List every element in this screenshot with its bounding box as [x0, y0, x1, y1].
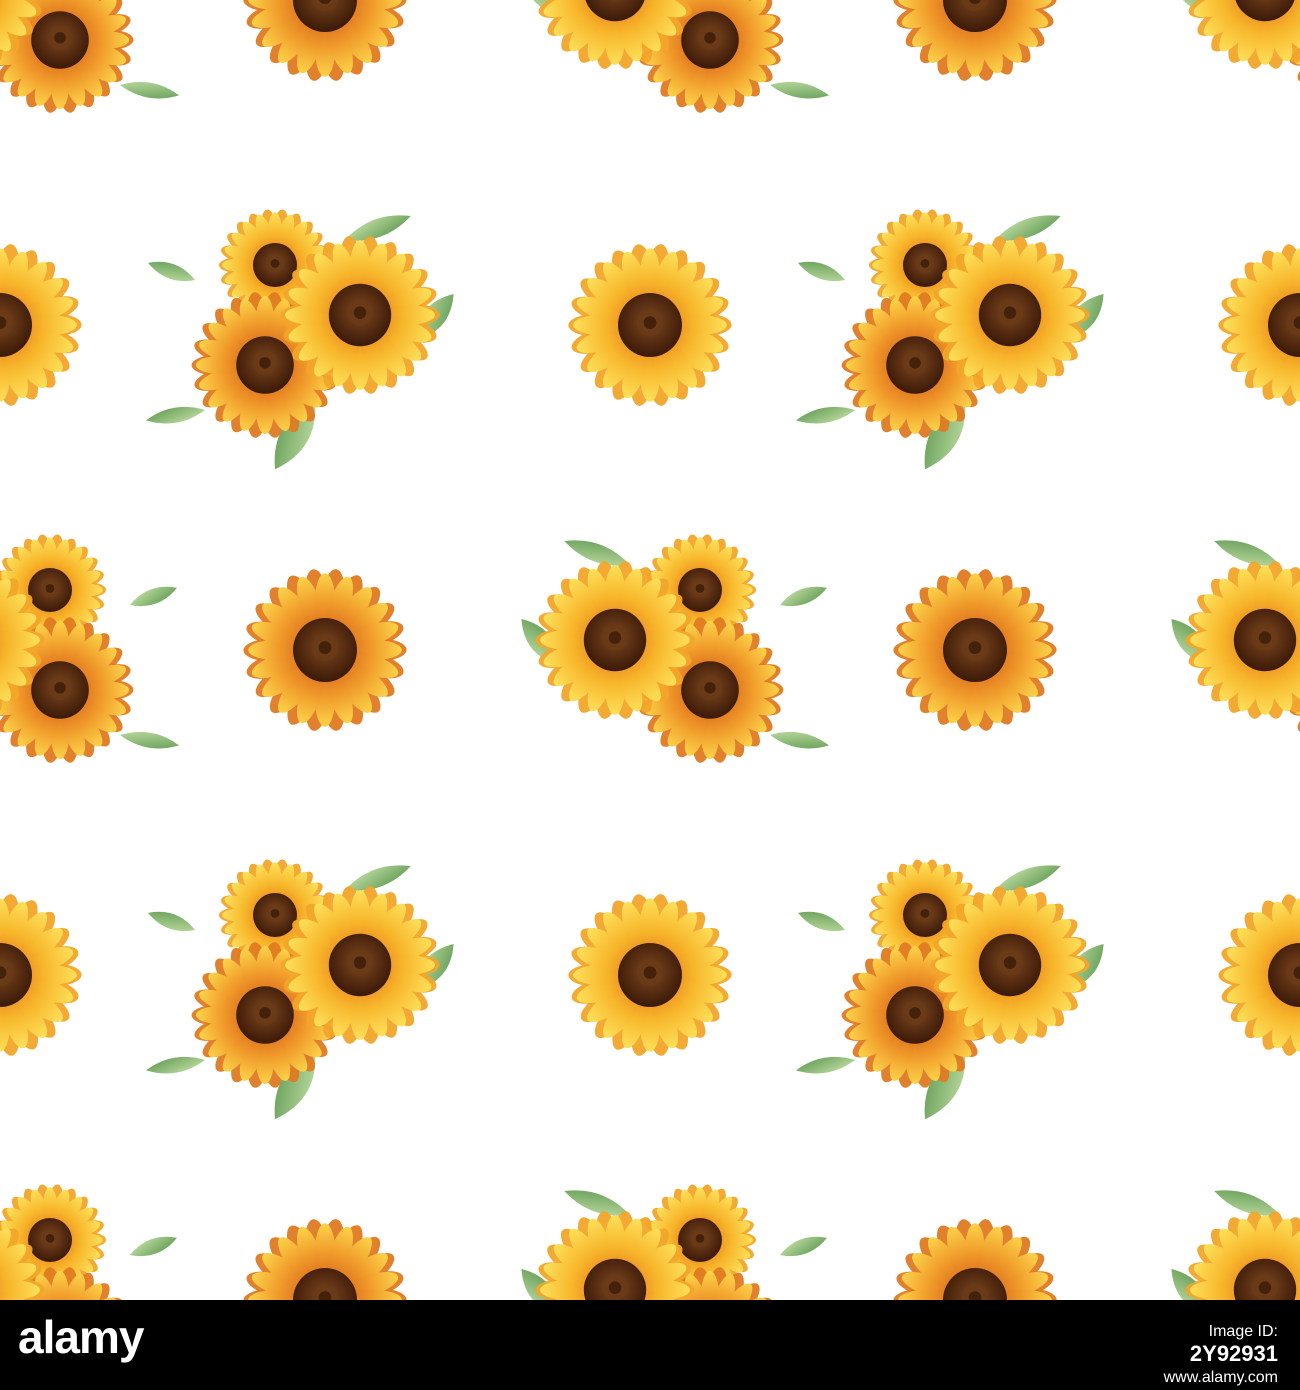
leaf-icon: [120, 81, 180, 99]
sunflower-bouquet-icon: [0, 534, 180, 763]
leaf-icon: [798, 911, 846, 932]
leaf-icon: [770, 81, 830, 99]
sunflower-bouquet-icon: [521, 534, 830, 763]
sunflower-bouquet-icon: [1171, 1190, 1300, 1300]
leaf-icon: [795, 406, 855, 424]
sunflower-icon: [568, 244, 732, 406]
leaf-icon: [130, 1236, 177, 1257]
sunflower-bouquet-icon: [521, 1184, 827, 1300]
sunflower-icon: [243, 569, 407, 731]
sunflower-icon: [893, 0, 1057, 81]
stock-footer-bar: alamy Image ID: 2Y92931 www.alamy.com: [0, 1300, 1300, 1390]
leaf-icon: [145, 406, 205, 424]
sunflower-icon: [568, 894, 732, 1056]
leaf-icon: [795, 1056, 855, 1074]
sunflower-bouquet-icon: [0, 1184, 177, 1300]
leaf-icon: [780, 1236, 827, 1257]
pattern-canvas: [0, 0, 1300, 1300]
sunflower-icon: [243, 0, 407, 81]
sunflower-icon: [1185, 1211, 1300, 1300]
leaf-icon: [145, 1056, 205, 1074]
leaf-icon: [780, 586, 827, 607]
sunflower-bouquet-icon: [1171, 0, 1300, 83]
leaf-icon: [148, 911, 195, 932]
leaf-icon: [148, 261, 195, 282]
sunflower-icon: [893, 1219, 1057, 1300]
sunflower-bouquet-icon: [145, 209, 454, 470]
image-id-label: Image ID:: [1208, 1323, 1278, 1340]
leaf-icon: [130, 586, 177, 607]
sunflower-bouquet-icon: [1171, 540, 1300, 733]
sunflower-icon: [0, 894, 82, 1056]
sunflower-bouquet-icon: [795, 209, 1104, 470]
image-id-value: 2Y92931: [1189, 1341, 1278, 1367]
image-id-block: Image ID: 2Y92931 www.alamy.com: [1164, 1322, 1278, 1387]
sunflower-icon: [243, 1219, 407, 1300]
sunflower-icon: [1218, 894, 1300, 1056]
sunflower-icon: [1185, 0, 1300, 69]
sunflower-bouquet-icon: [145, 859, 454, 1120]
sunflower-pattern: [0, 0, 1300, 1300]
sunflower-bouquet-icon: [521, 0, 830, 113]
leaf-icon: [798, 261, 845, 282]
sunflower-bouquet-icon: [795, 859, 1104, 1120]
brand-logo: alamy: [18, 1311, 144, 1363]
site-url: www.alamy.com: [1163, 1368, 1278, 1386]
leaf-icon: [770, 731, 830, 749]
sunflower-icon: [0, 244, 82, 406]
leaf-icon: [119, 731, 180, 749]
sunflower-icon: [893, 569, 1057, 731]
sunflower-icon: [1218, 244, 1300, 406]
sunflower-bouquet-icon: [0, 0, 180, 113]
sunflower-icon: [1185, 561, 1300, 719]
